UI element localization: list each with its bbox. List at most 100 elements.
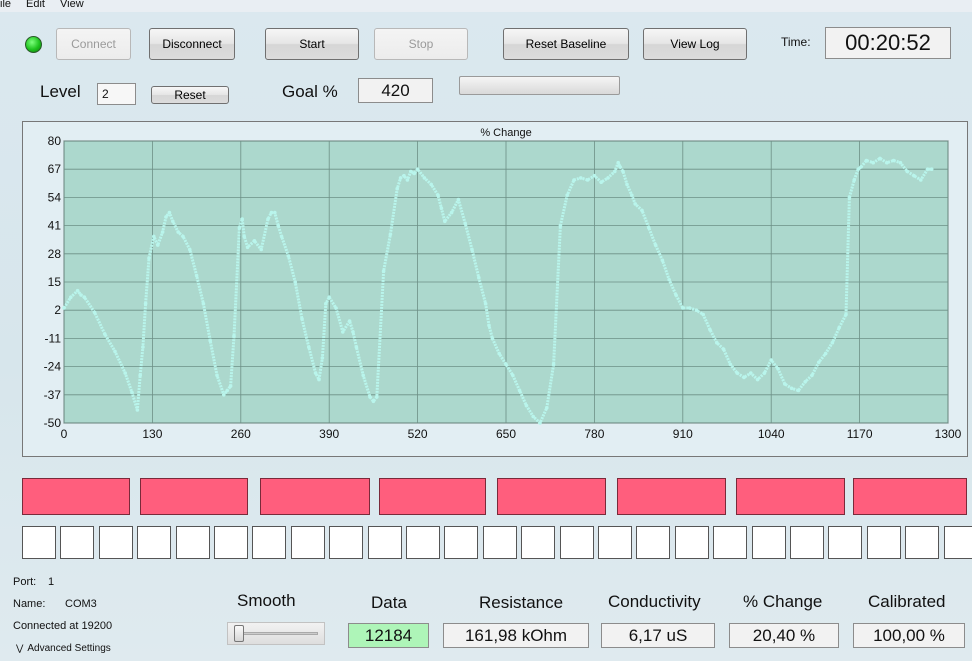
disconnect-button[interactable]: Disconnect: [149, 28, 235, 60]
data-point: [817, 360, 821, 365]
red-indicator-bar: [736, 478, 845, 515]
slider-thumb[interactable]: [234, 625, 244, 642]
data-point: [847, 195, 852, 200]
data-point: [320, 356, 325, 360]
data-point: [783, 382, 787, 386]
data-point: [871, 160, 875, 165]
indicator-cell: [368, 526, 402, 559]
y-tick-label: 54: [48, 190, 62, 204]
data-point: [62, 306, 66, 310]
data-point: [844, 312, 848, 317]
data-point: [592, 173, 597, 178]
data-point: [616, 160, 620, 165]
indicator-cell: [406, 526, 440, 559]
data-point: [524, 403, 529, 408]
menu-view[interactable]: View: [60, 0, 84, 10]
data-point: [621, 169, 625, 174]
data-point: [324, 301, 328, 306]
data-point: [912, 173, 916, 178]
data-point: [351, 330, 355, 334]
data-point: [103, 332, 107, 336]
data-point: [156, 243, 160, 247]
red-indicator-bar: [22, 478, 130, 515]
y-tick-label: -50: [44, 416, 62, 430]
data-point: [810, 373, 814, 378]
red-indicator-bar: [379, 478, 486, 515]
indicator-cell: [60, 526, 94, 559]
data-point: [176, 230, 180, 234]
data-point: [225, 388, 229, 393]
data-value-display: 12184: [348, 623, 429, 648]
percent-change-label: % Change: [743, 592, 823, 611]
indicator-cell: [636, 526, 670, 559]
data-point: [208, 338, 212, 343]
menu-edit[interactable]: Edit: [26, 0, 45, 10]
start-button[interactable]: Start: [265, 28, 359, 60]
data-point: [164, 215, 168, 219]
data-point: [138, 373, 142, 378]
smooth-slider[interactable]: [227, 622, 325, 645]
data-point: [443, 219, 447, 224]
indicator-cell: [214, 526, 248, 559]
advanced-settings-label: Advanced Settings: [27, 643, 111, 654]
data-point: [762, 371, 767, 375]
indicator-cell: [867, 526, 901, 559]
data-point: [276, 223, 280, 228]
indicator-cell: [176, 526, 210, 559]
data-point: [405, 178, 410, 182]
data-point: [188, 247, 192, 252]
level-reset-button[interactable]: Reset: [151, 86, 229, 104]
stop-button[interactable]: Stop: [374, 28, 468, 60]
data-point: [449, 210, 454, 215]
chevron-down-icon: ⋁: [16, 643, 24, 653]
data-point: [653, 243, 658, 247]
x-tick-label: 260: [231, 427, 251, 441]
advanced-settings-toggle[interactable]: ⋁ Advanced Settings: [16, 643, 111, 654]
data-point: [531, 414, 535, 419]
data-point: [456, 197, 461, 202]
menu-file[interactable]: ile: [0, 0, 11, 10]
y-tick-label: -11: [45, 331, 62, 345]
data-point: [898, 160, 903, 165]
data-point: [135, 408, 140, 412]
data-point: [113, 349, 117, 354]
data-point: [463, 221, 468, 226]
red-indicator-bar: [140, 478, 248, 515]
data-point: [728, 362, 733, 367]
data-point: [429, 182, 434, 187]
reset-baseline-button[interactable]: Reset Baseline: [503, 28, 629, 60]
data-point: [375, 395, 379, 399]
data-point: [497, 351, 502, 356]
data-point: [269, 210, 274, 215]
x-tick-label: 780: [584, 427, 604, 441]
data-point: [504, 362, 508, 367]
data-point: [487, 323, 491, 328]
view-log-button[interactable]: View Log: [643, 28, 747, 60]
port-label: Port:: [13, 576, 37, 588]
data-point: [242, 234, 246, 239]
data-point: [141, 345, 145, 349]
x-tick-label: 910: [673, 427, 693, 441]
data-point: [307, 345, 311, 349]
data-point: [633, 202, 637, 206]
data-point: [721, 347, 726, 351]
data-point: [82, 295, 87, 299]
data-point: [742, 375, 746, 380]
data-point: [789, 386, 794, 391]
time-display: 00:20:52: [825, 27, 951, 59]
data-point: [412, 171, 417, 176]
data-point: [439, 206, 444, 210]
data-point: [232, 334, 236, 338]
data-point: [436, 193, 440, 197]
data-point: [75, 288, 80, 293]
data-point: [769, 358, 773, 362]
data-point: [647, 226, 651, 230]
x-tick-label: 1300: [935, 427, 962, 441]
connect-button[interactable]: Connect: [56, 28, 131, 60]
data-point: [681, 306, 685, 310]
data-point: [143, 301, 148, 306]
data-point: [919, 178, 923, 182]
level-field[interactable]: 2: [97, 83, 136, 105]
x-tick-label: 130: [142, 427, 162, 441]
data-point: [837, 325, 841, 330]
